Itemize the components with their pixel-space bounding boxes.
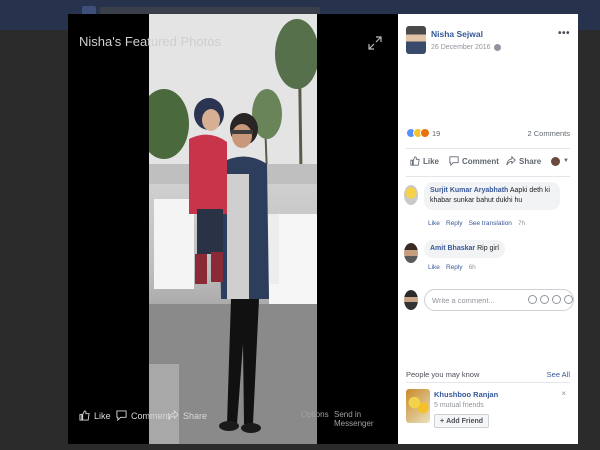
add-friend-icon: + — [440, 417, 445, 425]
author-name[interactable]: Nisha Sejwal — [431, 29, 483, 39]
comment-input-tools — [528, 295, 573, 304]
gif-icon[interactable] — [552, 295, 561, 304]
viewer-title: Nisha's Featured Photos — [79, 34, 221, 49]
react-as-avatar[interactable] — [551, 157, 560, 166]
reactions-count[interactable]: 19 — [432, 129, 440, 138]
thumbs-up-icon — [79, 410, 90, 421]
emoji-icon[interactable] — [528, 295, 537, 304]
suggestion-avatar[interactable] — [406, 389, 430, 423]
viewer-options-button[interactable]: Options — [301, 410, 329, 419]
divider — [406, 176, 570, 177]
viewer-share-label: Share — [183, 410, 208, 421]
viewer-action-bar: Like Comment Share Options Send in Messe… — [68, 408, 398, 428]
like-button[interactable]: Like — [410, 156, 439, 166]
comment-icon — [116, 410, 127, 421]
share-icon — [506, 156, 516, 166]
more-options-icon[interactable]: ••• — [558, 28, 570, 39]
close-icon[interactable]: × — [561, 389, 566, 398]
commenter-name[interactable]: Surjit Kumar Aryabhath — [430, 187, 508, 194]
chevron-down-icon[interactable]: ▼ — [563, 158, 569, 164]
globe-icon — [493, 44, 501, 51]
photo-viewer: Nisha's Featured Photos Like Comment Sha… — [68, 14, 398, 444]
mutual-friends-count[interactable]: 5 mutual friends — [434, 402, 484, 409]
comment-button[interactable]: Comment — [449, 156, 499, 166]
comment-input-placeholder: Write a comment... — [432, 296, 495, 305]
sticker-icon[interactable] — [564, 295, 573, 304]
send-in-messenger-button[interactable]: Send in Messenger — [334, 410, 398, 428]
comment-actions: Like Reply 6h — [428, 264, 476, 271]
comment-bubble: Surjit Kumar Aryabhath Aapki deth ki kha… — [424, 182, 560, 210]
comment-time[interactable]: 6h — [469, 264, 476, 271]
post-date[interactable]: 26 December 2016 — [431, 44, 501, 51]
like-label: Like — [423, 156, 440, 166]
share-button[interactable]: Share — [506, 156, 541, 166]
author-avatar[interactable] — [406, 26, 426, 54]
see-translation-link[interactable]: See translation — [469, 220, 512, 227]
divider — [406, 382, 570, 383]
share-label: Share — [519, 156, 542, 166]
post-date-text: 26 December 2016 — [431, 44, 491, 51]
friend-suggestion-card: Khushboo Ranjan 5 mutual friends × + Add… — [406, 387, 570, 431]
write-comment-row: Write a comment... — [404, 288, 574, 312]
post-actions: Like Comment Share ▼ — [406, 152, 570, 174]
comment-actions: Like Reply See translation 7h — [428, 220, 525, 227]
thumbs-up-icon — [410, 156, 420, 166]
commenter-avatar[interactable] — [404, 243, 418, 263]
post-side-panel: Nisha Sejwal 26 December 2016 ••• 19 2 C… — [398, 14, 578, 444]
viewer-like-button[interactable]: Like — [79, 410, 111, 421]
comment-like-link[interactable]: Like — [428, 220, 440, 227]
comments-count-link[interactable]: 2 Comments — [527, 129, 570, 138]
comment-item: Amit Bhaskar Rip girl Like Reply 6h — [404, 240, 574, 280]
comment-like-link[interactable]: Like — [428, 264, 440, 271]
comment-reply-link[interactable]: Reply — [446, 220, 463, 227]
people-you-may-know-header: People you may know See All — [406, 370, 570, 379]
viewer-comment-button[interactable]: Comment — [116, 410, 170, 421]
reactions-bar: 19 2 Comments — [406, 127, 570, 141]
comment-text: Rip girl — [477, 245, 499, 252]
add-friend-label: Add Friend — [446, 417, 484, 425]
comment-time[interactable]: 7h — [518, 220, 525, 227]
pymk-title: People you may know — [406, 370, 480, 379]
fullscreen-icon[interactable] — [368, 36, 382, 50]
see-all-link[interactable]: See All — [547, 370, 570, 379]
commenter-avatar[interactable] — [404, 185, 418, 205]
share-icon — [168, 410, 179, 421]
viewer-share-button[interactable]: Share — [168, 410, 207, 421]
suggestion-name[interactable]: Khushboo Ranjan — [434, 390, 498, 399]
comment-reply-link[interactable]: Reply — [446, 264, 463, 271]
current-user-avatar — [404, 290, 418, 310]
angry-reaction-icon — [420, 128, 430, 138]
featured-photo — [149, 14, 317, 444]
viewer-like-label: Like — [94, 410, 111, 421]
commenter-name[interactable]: Amit Bhaskar — [430, 245, 475, 252]
comment-item: Surjit Kumar Aryabhath Aapki deth ki kha… — [404, 182, 574, 232]
viewer-comment-label: Comment — [131, 410, 171, 421]
comment-bubble: Amit Bhaskar Rip girl — [424, 240, 505, 258]
comment-label: Comment — [462, 156, 499, 166]
camera-icon[interactable] — [540, 295, 549, 304]
post-header: Nisha Sejwal 26 December 2016 ••• — [398, 14, 578, 64]
add-friend-button[interactable]: + Add Friend — [434, 414, 490, 428]
comment-icon — [449, 156, 459, 166]
divider — [406, 148, 570, 149]
